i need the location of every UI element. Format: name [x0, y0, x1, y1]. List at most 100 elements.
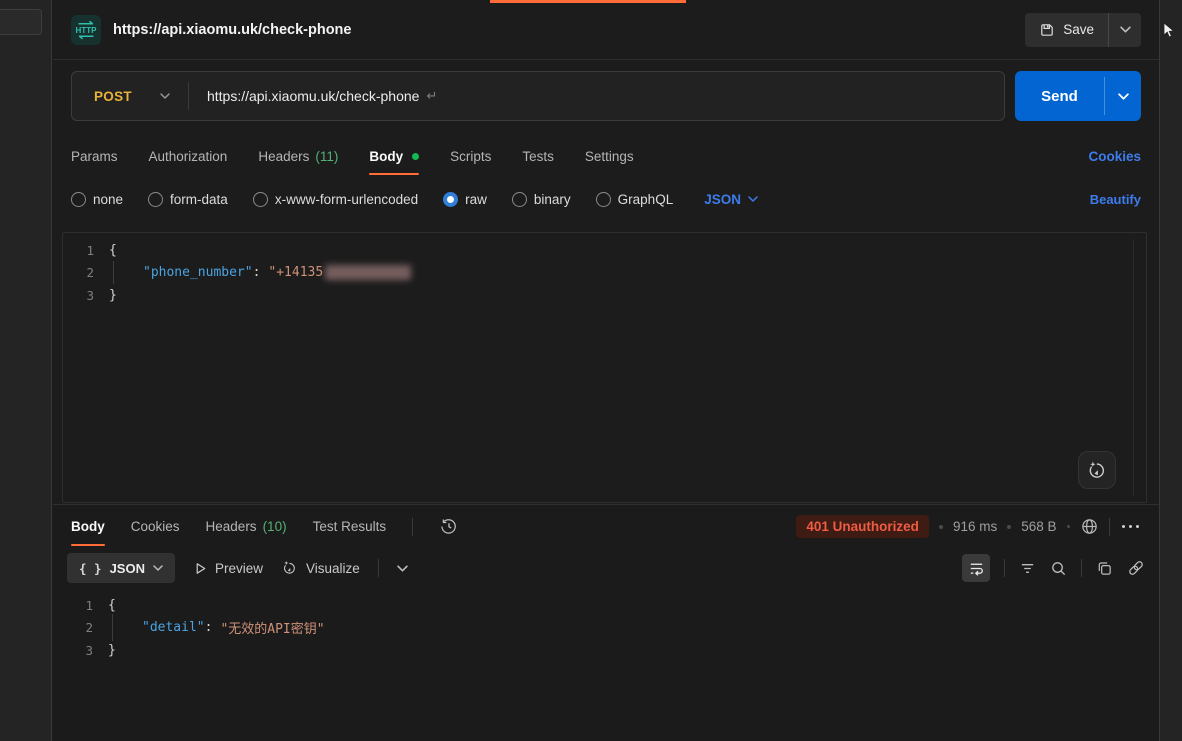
- response-tools-right: [962, 554, 1145, 582]
- code-line: 3 }: [53, 639, 1159, 662]
- app-root: HTTP https://api.xiaomu.uk/check-phone S…: [0, 0, 1182, 741]
- more-options-icon: [1120, 525, 1142, 529]
- response-history-button[interactable]: [439, 517, 458, 536]
- tab-body[interactable]: Body: [369, 135, 419, 177]
- mouse-cursor-icon: [1163, 22, 1175, 43]
- code-line: 1 {: [63, 239, 1146, 262]
- globe-icon: [1080, 517, 1099, 536]
- line-number: 1: [63, 243, 109, 258]
- http-request-icon: HTTP: [71, 15, 101, 45]
- copy-icon: [1096, 560, 1113, 577]
- line-number: 2: [53, 620, 108, 635]
- chevron-down-icon: [748, 196, 758, 202]
- response-meta: 401 Unauthorized 916 ms 568 B: [796, 515, 1141, 538]
- bodytype-graphql[interactable]: GraphQL: [596, 192, 674, 207]
- save-icon: [1039, 22, 1055, 38]
- http-icon: HTTP: [74, 18, 98, 42]
- request-title: https://api.xiaomu.uk/check-phone: [113, 22, 351, 38]
- response-tab-cookies[interactable]: Cookies: [131, 506, 180, 548]
- code-line: 2 "phone_number":"+14135: [63, 262, 1146, 285]
- code-line: 2 "detail":"无效的API密钥": [53, 617, 1159, 640]
- response-more-options-button[interactable]: [1120, 525, 1142, 529]
- save-split-button: Save: [1025, 13, 1141, 47]
- sidebar-top-box[interactable]: [0, 9, 42, 35]
- wrap-text-button[interactable]: [962, 554, 990, 582]
- tab-scripts[interactable]: Scripts: [450, 135, 491, 177]
- visualize-button[interactable]: Visualize: [281, 559, 360, 577]
- json-key: "detail": [142, 620, 205, 635]
- save-button[interactable]: Save: [1025, 13, 1108, 47]
- postbot-button[interactable]: [1078, 451, 1116, 489]
- filter-icon: [1019, 560, 1036, 577]
- response-time[interactable]: 916 ms: [953, 519, 997, 534]
- active-tab-indicator: [490, 0, 686, 3]
- preview-icon: [193, 561, 208, 576]
- response-format-select[interactable]: { } JSON: [67, 553, 175, 583]
- beautify-link[interactable]: Beautify: [1090, 192, 1141, 207]
- raw-format-select[interactable]: JSON: [704, 192, 758, 207]
- collapse-chevron-icon[interactable]: [397, 565, 408, 572]
- bodytype-form-data[interactable]: form-data: [148, 192, 228, 207]
- url-input-box: POST https://api.xiaomu.uk/check-phone ↵: [71, 71, 1005, 121]
- bodytype-none[interactable]: none: [71, 192, 123, 207]
- tab-settings[interactable]: Settings: [585, 135, 634, 177]
- headers-count-badge: (11): [315, 149, 338, 164]
- send-button[interactable]: Send: [1015, 71, 1104, 121]
- separator-dot: [1007, 525, 1011, 529]
- separator-dot: [1067, 525, 1070, 528]
- divider: [412, 518, 413, 536]
- json-key: "phone_number": [143, 265, 253, 280]
- divider: [378, 559, 379, 577]
- response-body-viewer[interactable]: 1 { 2 "detail":"无效的API密钥" 3 }: [53, 594, 1159, 662]
- url-input[interactable]: https://api.xiaomu.uk/check-phone: [207, 88, 419, 104]
- body-type-row: none form-data x-www-form-urlencoded raw…: [53, 177, 1159, 221]
- url-row: POST https://api.xiaomu.uk/check-phone ↵…: [71, 71, 1141, 121]
- preview-button[interactable]: Preview: [193, 561, 263, 576]
- left-sidebar: [0, 0, 52, 741]
- radio-icon: [596, 192, 611, 207]
- status-badge[interactable]: 401 Unauthorized: [796, 515, 929, 538]
- response-panel: Body Cookies Headers(10) Test Results 40…: [53, 504, 1159, 741]
- response-tab-headers[interactable]: Headers(10): [206, 506, 287, 548]
- save-options-button[interactable]: [1109, 13, 1141, 47]
- search-button[interactable]: [1050, 560, 1067, 577]
- main-panel: HTTP https://api.xiaomu.uk/check-phone S…: [53, 0, 1159, 741]
- save-label: Save: [1063, 22, 1094, 37]
- bodytype-x-www-form-urlencoded[interactable]: x-www-form-urlencoded: [253, 192, 418, 207]
- tab-headers[interactable]: Headers(11): [258, 135, 338, 177]
- bodytype-binary[interactable]: binary: [512, 192, 571, 207]
- tab-authorization[interactable]: Authorization: [149, 135, 228, 177]
- link-icon: [1127, 559, 1145, 577]
- tab-tests[interactable]: Tests: [522, 135, 554, 177]
- radio-icon: [71, 192, 86, 207]
- response-size[interactable]: 568 B: [1021, 519, 1056, 534]
- chevron-down-icon: [153, 565, 163, 571]
- bodytype-raw[interactable]: raw: [443, 192, 487, 207]
- divider: [1081, 559, 1082, 577]
- filter-button[interactable]: [1019, 560, 1036, 577]
- search-icon: [1050, 560, 1067, 577]
- send-split-button: Send: [1015, 71, 1141, 121]
- cookies-link[interactable]: Cookies: [1088, 149, 1141, 164]
- svg-text:HTTP: HTTP: [76, 26, 98, 35]
- right-sidebar: [1159, 0, 1182, 741]
- request-body-editor[interactable]: 1 { 2 "phone_number":"+14135 3 }: [62, 232, 1147, 503]
- send-options-button[interactable]: [1105, 71, 1141, 121]
- line-number: 3: [53, 643, 108, 658]
- redacted-phone-value: [325, 265, 411, 280]
- method-chevron-icon[interactable]: [160, 93, 170, 99]
- json-value: "+14135: [268, 265, 323, 280]
- response-tab-body[interactable]: Body: [71, 506, 105, 548]
- code-line: 1 {: [53, 594, 1159, 617]
- line-number: 3: [63, 288, 109, 303]
- link-button[interactable]: [1127, 559, 1145, 577]
- copy-button[interactable]: [1096, 560, 1113, 577]
- radio-icon: [512, 192, 527, 207]
- method-selector[interactable]: POST: [72, 89, 132, 104]
- network-info-button[interactable]: [1080, 517, 1099, 536]
- chevron-down-icon: [1120, 26, 1131, 33]
- response-tab-test-results[interactable]: Test Results: [313, 506, 387, 548]
- braces-icon: { }: [79, 561, 102, 576]
- tab-params[interactable]: Params: [71, 135, 118, 177]
- line-number: 1: [53, 598, 108, 613]
